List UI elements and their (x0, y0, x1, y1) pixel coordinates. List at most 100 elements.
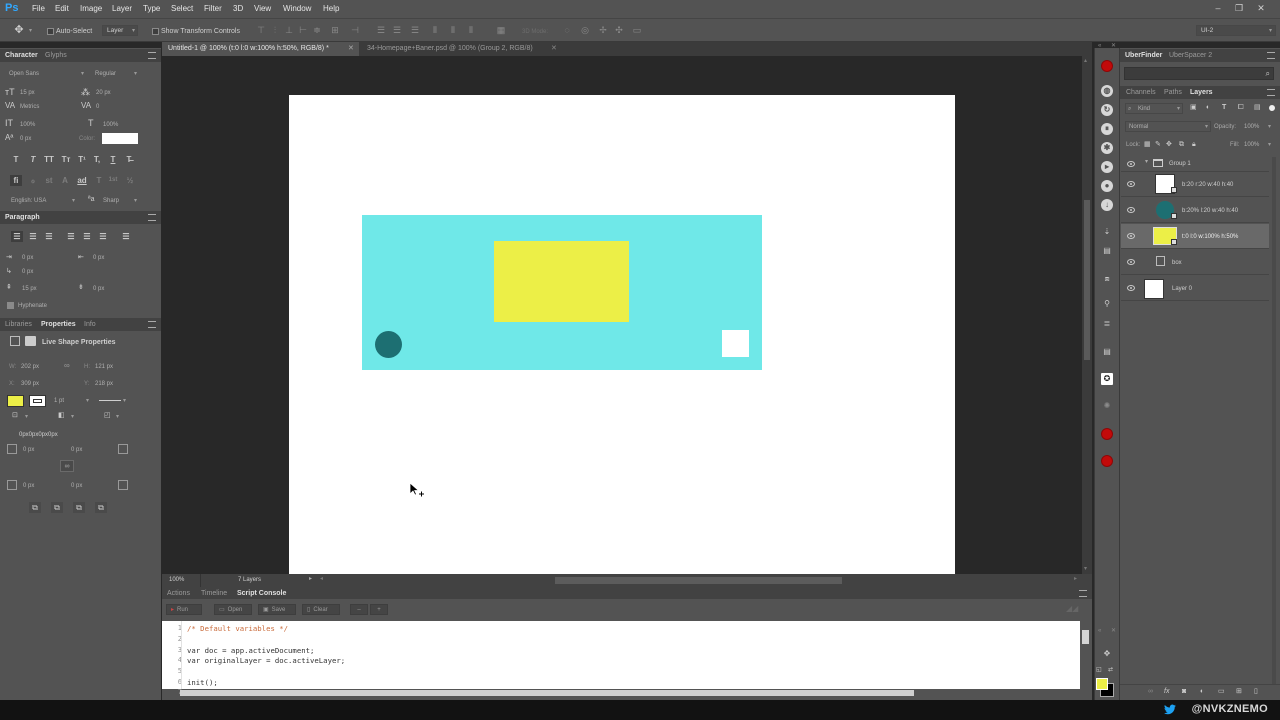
tracking-field[interactable]: 0 (96, 104, 99, 110)
collapse-arrows-icon[interactable]: « (1098, 628, 1101, 634)
tab-layers[interactable]: Layers (1190, 89, 1213, 96)
horizontal-scroll-thumb[interactable] (555, 577, 842, 584)
adjustments-icon[interactable]: ⚲ (1101, 298, 1113, 310)
underline-button[interactable]: T (107, 154, 119, 165)
baseline-shift-field[interactable]: 0 px (20, 136, 31, 142)
space-after-b-field[interactable]: 0 px (93, 286, 104, 292)
layer-row-layer-0[interactable]: Layer 0 (1121, 276, 1269, 301)
move-tool-icon[interactable]: ✥ (1101, 648, 1113, 660)
filter-type-icon[interactable]: T (1222, 104, 1226, 111)
ordinals-button[interactable]: 1st (106, 175, 120, 186)
stylistic-alternates-button[interactable]: st (43, 175, 55, 186)
tab-paths[interactable]: Paths (1164, 89, 1182, 96)
3d-rotate-icon[interactable]: ◌ (562, 25, 572, 35)
indent-first-line-field[interactable]: 0 px (22, 269, 33, 275)
menu-view[interactable]: View (254, 5, 271, 13)
layer-row-box[interactable]: box (1121, 250, 1269, 275)
layer-row-white-square[interactable]: b:20 r:20 w:40 h:40 (1121, 172, 1269, 197)
chevron-down-icon[interactable]: ▾ (1268, 141, 1271, 148)
github-icon[interactable]: ✪ (1101, 373, 1113, 385)
download-icon[interactable]: ↓ (1101, 199, 1113, 211)
stroke-color-swatch[interactable] (29, 395, 46, 407)
notes-icon[interactable]: ▤ (1101, 346, 1113, 358)
scroll-down-icon[interactable]: ▾ (1084, 566, 1087, 572)
fill-field[interactable]: 100% (1244, 142, 1259, 148)
font-size-field[interactable]: 15 px (20, 90, 35, 96)
menu-3d[interactable]: 3D (233, 5, 243, 13)
corner-br-field[interactable]: 0 px (71, 483, 82, 489)
align-left-icon[interactable]: ⊢ (298, 25, 308, 35)
collapse-arrows-icon[interactable]: « (1098, 43, 1101, 49)
distribute-top-icon[interactable]: ☰ (376, 25, 386, 35)
yellow-rectangle-shape[interactable] (494, 241, 629, 322)
chevron-down-icon[interactable]: ▾ (116, 413, 119, 420)
close-panel-icon[interactable]: ✕ (1111, 628, 1116, 634)
zoom-level[interactable]: 100% (169, 577, 184, 583)
clear-button[interactable]: ▯ Clear (302, 604, 340, 615)
distribute-left-icon[interactable]: ⦀ (430, 25, 440, 35)
ligatures-button[interactable]: ﬁ (10, 175, 22, 186)
code-line[interactable]: /* Default variables */ (187, 625, 288, 633)
sparkle-icon[interactable]: ✺ (1101, 400, 1113, 412)
leading-field[interactable]: 20 px (96, 90, 111, 96)
adjustment-layer-icon[interactable]: ◐ (1200, 688, 1204, 695)
sliders-icon[interactable]: ≣ (1101, 318, 1113, 330)
panel-menu-icon[interactable] (148, 52, 156, 59)
x-field[interactable]: 309 px (21, 381, 39, 387)
tab-timeline[interactable]: Timeline (201, 590, 227, 597)
editor-horizontal-scrollbar[interactable] (180, 690, 914, 696)
new-layer-icon[interactable]: ⊞ (1236, 688, 1242, 695)
record-icon[interactable] (1101, 60, 1113, 72)
justify-last-left-icon[interactable]: ☰ (65, 231, 77, 242)
panel-menu-icon[interactable] (1267, 52, 1275, 59)
tab-libraries[interactable]: Libraries (5, 321, 32, 328)
auto-select-checkbox[interactable] (47, 28, 54, 35)
font-family-dropdown[interactable]: Open Sans ▾ (5, 68, 87, 79)
tab-script-console[interactable]: Script Console (237, 590, 286, 597)
close-tab-icon[interactable]: ✕ (348, 45, 354, 52)
filter-adjustment-icon[interactable]: ◐ (1206, 104, 1210, 111)
align-center-icon[interactable]: ⊞ (330, 25, 340, 35)
record-icon[interactable] (1101, 455, 1113, 467)
tab-paragraph[interactable]: Paragraph (5, 214, 40, 221)
hyphenate-checkbox[interactable] (7, 302, 14, 309)
lock-artboard-icon[interactable]: ⧉ (1179, 141, 1184, 148)
layer-mask-icon[interactable]: ◙ (1182, 688, 1186, 695)
workspace-dropdown[interactable]: UI-2 ▾ (1196, 25, 1276, 36)
superscript-button[interactable]: T¹ (76, 154, 88, 165)
vertical-scale-field[interactable]: 100% (20, 122, 35, 128)
combine-shapes-icon[interactable]: ⧉ (29, 502, 41, 513)
y-field[interactable]: 218 px (95, 381, 113, 387)
menu-help[interactable]: Help (323, 5, 339, 13)
scroll-right-icon[interactable]: ▸ (1074, 576, 1077, 582)
history-icon[interactable]: ⧈ (1101, 273, 1113, 285)
tab-character[interactable]: Character (5, 52, 38, 59)
save-button[interactable]: ▣ Save (258, 604, 296, 615)
font-style-dropdown[interactable]: Regular ▾ (92, 68, 140, 79)
menu-window[interactable]: Window (283, 5, 311, 13)
3d-drag-icon[interactable]: ✢ (598, 25, 608, 35)
3d-scale-icon[interactable]: ▭ (632, 25, 642, 35)
close-icon[interactable]: ✕ (1256, 3, 1266, 13)
distribute-bottom-icon[interactable]: ☰ (410, 25, 420, 35)
faux-bold-button[interactable]: T (10, 154, 22, 165)
panel-menu-icon[interactable] (148, 321, 156, 328)
scroll-left-icon[interactable]: ◂ (320, 576, 323, 582)
layer-style-icon[interactable]: fx (1164, 688, 1169, 695)
chevron-down-icon[interactable]: ▾ (86, 397, 89, 404)
chevron-down-icon[interactable]: ▾ (25, 413, 28, 420)
titling-alternates-button[interactable]: ad (75, 175, 89, 186)
decrease-font-button[interactable]: – (350, 604, 368, 615)
menu-type[interactable]: Type (143, 5, 160, 13)
layer-row-group[interactable]: ▾ Group 1 (1121, 155, 1269, 172)
panel-menu-icon[interactable] (1079, 590, 1087, 597)
visibility-eye-icon[interactable] (1127, 207, 1135, 213)
language-dropdown[interactable]: English: USA ▾ (8, 195, 78, 206)
align-center-text-icon[interactable]: ☰ (27, 231, 39, 242)
close-panel-icon[interactable]: ✕ (1111, 43, 1116, 49)
tab-properties[interactable]: Properties (41, 321, 76, 328)
width-field[interactable]: 202 px (21, 364, 39, 370)
corner-tr-field[interactable]: 0 px (71, 447, 82, 453)
code-line[interactable]: var doc = app.activeDocument; (187, 647, 314, 655)
auto-align-icon[interactable]: ▦ (496, 25, 506, 35)
